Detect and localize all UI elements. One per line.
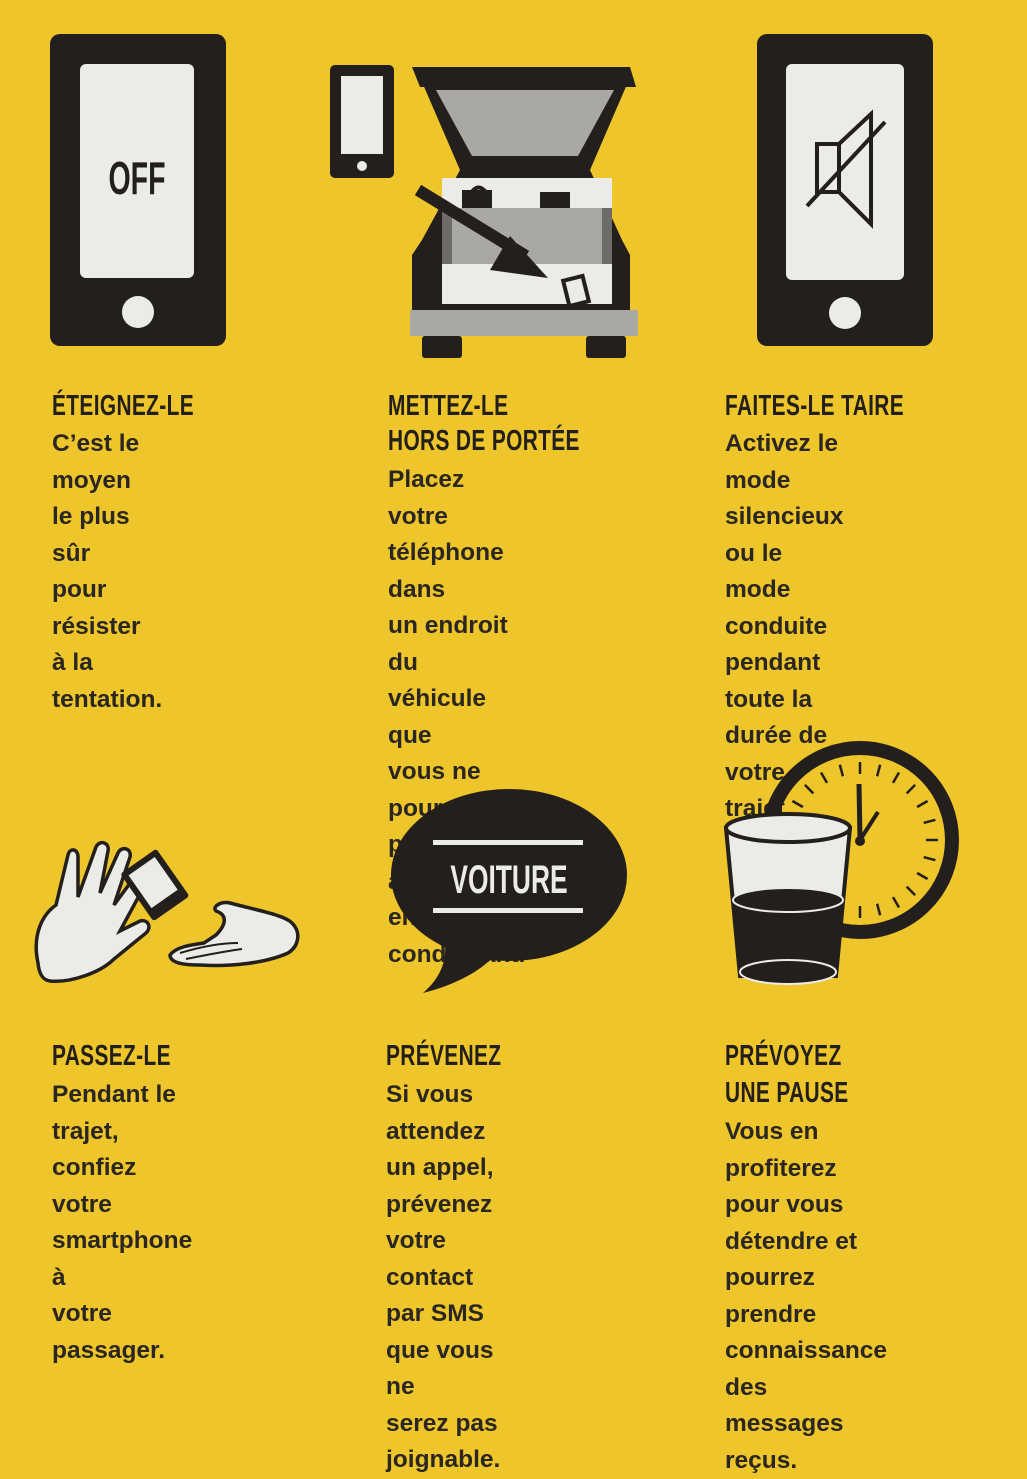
- clock-tick: [875, 764, 882, 777]
- tip-body: Vous en profiterez pour vous détendre et…: [725, 1118, 888, 1474]
- clock-tick: [838, 764, 845, 777]
- clock-tick: [916, 799, 929, 809]
- tip-title-line-2: UNE PAUSE: [725, 1077, 849, 1109]
- tip-body: Si vous attendez un appel, prévenez votr…: [386, 1081, 501, 1473]
- tip-title-line-2: HORS DE PORTÉE: [388, 425, 580, 457]
- clock-tick: [875, 903, 882, 916]
- clock-tick: [803, 783, 815, 795]
- clock-and-glass-icon: [723, 741, 959, 985]
- speech-bubble-icon: VOITURE: [391, 789, 627, 993]
- clock-tick: [891, 896, 901, 909]
- clock-tick: [891, 771, 901, 784]
- phone-muted-speaker-icon: [757, 34, 933, 346]
- clock-tick: [923, 818, 936, 825]
- clock-tick: [905, 783, 917, 795]
- tip-title: ÉTEIGNEZ-LE: [52, 390, 195, 422]
- tip-title: FAITES-LE TAIRE: [725, 390, 905, 422]
- tip-body: C’est le moyen le plus sûr pour résister…: [52, 430, 163, 713]
- small-phone-icon: [330, 65, 394, 178]
- tip-title: PRÉVENEZ: [386, 1040, 502, 1072]
- clock-tick: [791, 799, 804, 809]
- clock-tick: [819, 771, 829, 784]
- tip-title-line-1: METTEZ-LE: [388, 390, 509, 422]
- tip-title: PASSEZ-LE: [52, 1040, 171, 1072]
- clock-tick: [916, 871, 929, 881]
- phone-in-car-trunk-icon: [330, 65, 638, 358]
- tip-title-line-1: PRÉVOYEZ: [725, 1040, 842, 1072]
- tip-body: Pendant le trajet, confiez votre smartph…: [52, 1081, 193, 1364]
- clock-tick: [923, 855, 936, 862]
- off-label: OFF: [108, 153, 165, 205]
- glass-icon: [723, 812, 853, 985]
- hands-passing-phone-icon: [34, 840, 300, 983]
- phone-off-icon: OFF: [50, 34, 226, 346]
- voiture-label: VOITURE: [450, 858, 567, 903]
- clock-tick: [905, 885, 917, 897]
